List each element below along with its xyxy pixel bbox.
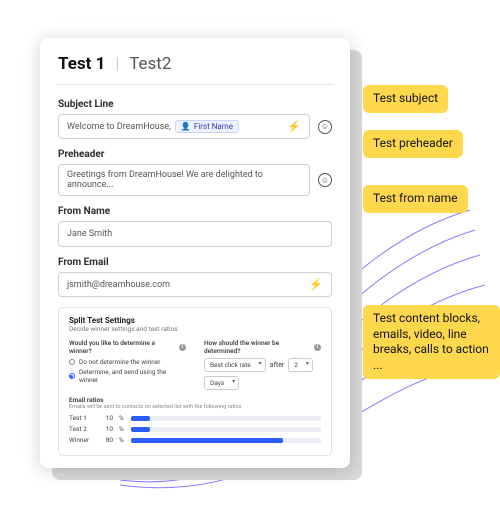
divider	[56, 84, 334, 85]
settings-subtitle: Decide winner settings and test ratios	[69, 325, 321, 333]
settings-title: Split Test Settings	[69, 316, 321, 325]
ratio-track[interactable]	[131, 416, 321, 421]
preheader-value: Greetings from DreamHouse! We are deligh…	[67, 170, 301, 190]
subject-label: Subject Line	[58, 99, 332, 110]
metric-select[interactable]: Best click rate	[204, 358, 266, 372]
ratio-row: Winner80%	[69, 436, 321, 444]
ratio-pct: 10	[101, 414, 113, 422]
how-winner-question: How should the winner be determined?i	[204, 339, 321, 355]
ratio-track[interactable]	[131, 427, 321, 432]
fromname-input[interactable]: Jane Smith	[58, 221, 332, 247]
annotation-content: Test content blocks, emails, video, line…	[363, 305, 500, 379]
after-label: after	[270, 361, 285, 369]
personalize-icon[interactable]: ⚡	[281, 120, 301, 133]
preheader-input[interactable]: Greetings from DreamHouse! We are deligh…	[58, 164, 310, 196]
tab-test1[interactable]: Test 1	[58, 54, 105, 74]
ratios-subtitle: Emails will be sent to contacts on selec…	[69, 404, 321, 410]
test-tabs: Test 1 | Test2	[58, 54, 332, 74]
annotation-preheader: Test preheader	[363, 130, 463, 158]
preheader-label: Preheader	[58, 149, 332, 160]
subject-value: Welcome to DreamHouse,	[67, 122, 171, 132]
fromemail-input[interactable]: jsmith@dreamhouse.com ⚡	[58, 272, 332, 297]
emoji-picker-icon[interactable]	[318, 120, 332, 134]
ratio-name: Winner	[69, 436, 95, 444]
fromname-value: Jane Smith	[67, 229, 112, 239]
tab-test2[interactable]: Test2	[129, 54, 171, 74]
split-test-settings: Split Test Settings Decide winner settin…	[58, 307, 332, 456]
ratio-name: Test 2	[69, 425, 95, 433]
info-icon[interactable]: i	[314, 344, 321, 351]
ab-test-panel: Test 1 | Test2 Subject Line Welcome to D…	[40, 38, 350, 468]
fromname-label: From Name	[58, 206, 332, 217]
fromemail-label: From Email	[58, 257, 332, 268]
personalize-icon[interactable]: ⚡	[303, 278, 323, 291]
duration-value-select[interactable]: 2	[288, 358, 313, 372]
ratios-title: Email ratios	[69, 396, 321, 404]
radio-no-winner[interactable]: Do not determine the winner	[69, 358, 186, 366]
ratio-track[interactable]	[131, 438, 321, 443]
ratio-pct: 80	[101, 436, 113, 444]
winner-question: Would you like to determine a winner?i	[69, 339, 186, 355]
ratio-name: Test 1	[69, 414, 95, 422]
annotation-subject: Test subject	[363, 85, 448, 113]
info-icon[interactable]: i	[179, 344, 186, 351]
duration-unit-select[interactable]: Days	[204, 376, 239, 390]
tab-separator: |	[115, 54, 119, 74]
radio-determine-winner[interactable]: Determine, and send using the winner	[69, 368, 186, 384]
subject-input[interactable]: Welcome to DreamHouse, First Name ⚡	[58, 114, 310, 139]
ratio-pct: 10	[101, 425, 113, 433]
annotation-fromname: Test from name	[363, 185, 468, 213]
merge-token-firstname[interactable]: First Name	[175, 120, 239, 133]
ratio-row: Test 210%	[69, 425, 321, 433]
fromemail-value: jsmith@dreamhouse.com	[67, 280, 170, 290]
emoji-picker-icon[interactable]	[318, 173, 332, 187]
ratio-row: Test 110%	[69, 414, 321, 422]
